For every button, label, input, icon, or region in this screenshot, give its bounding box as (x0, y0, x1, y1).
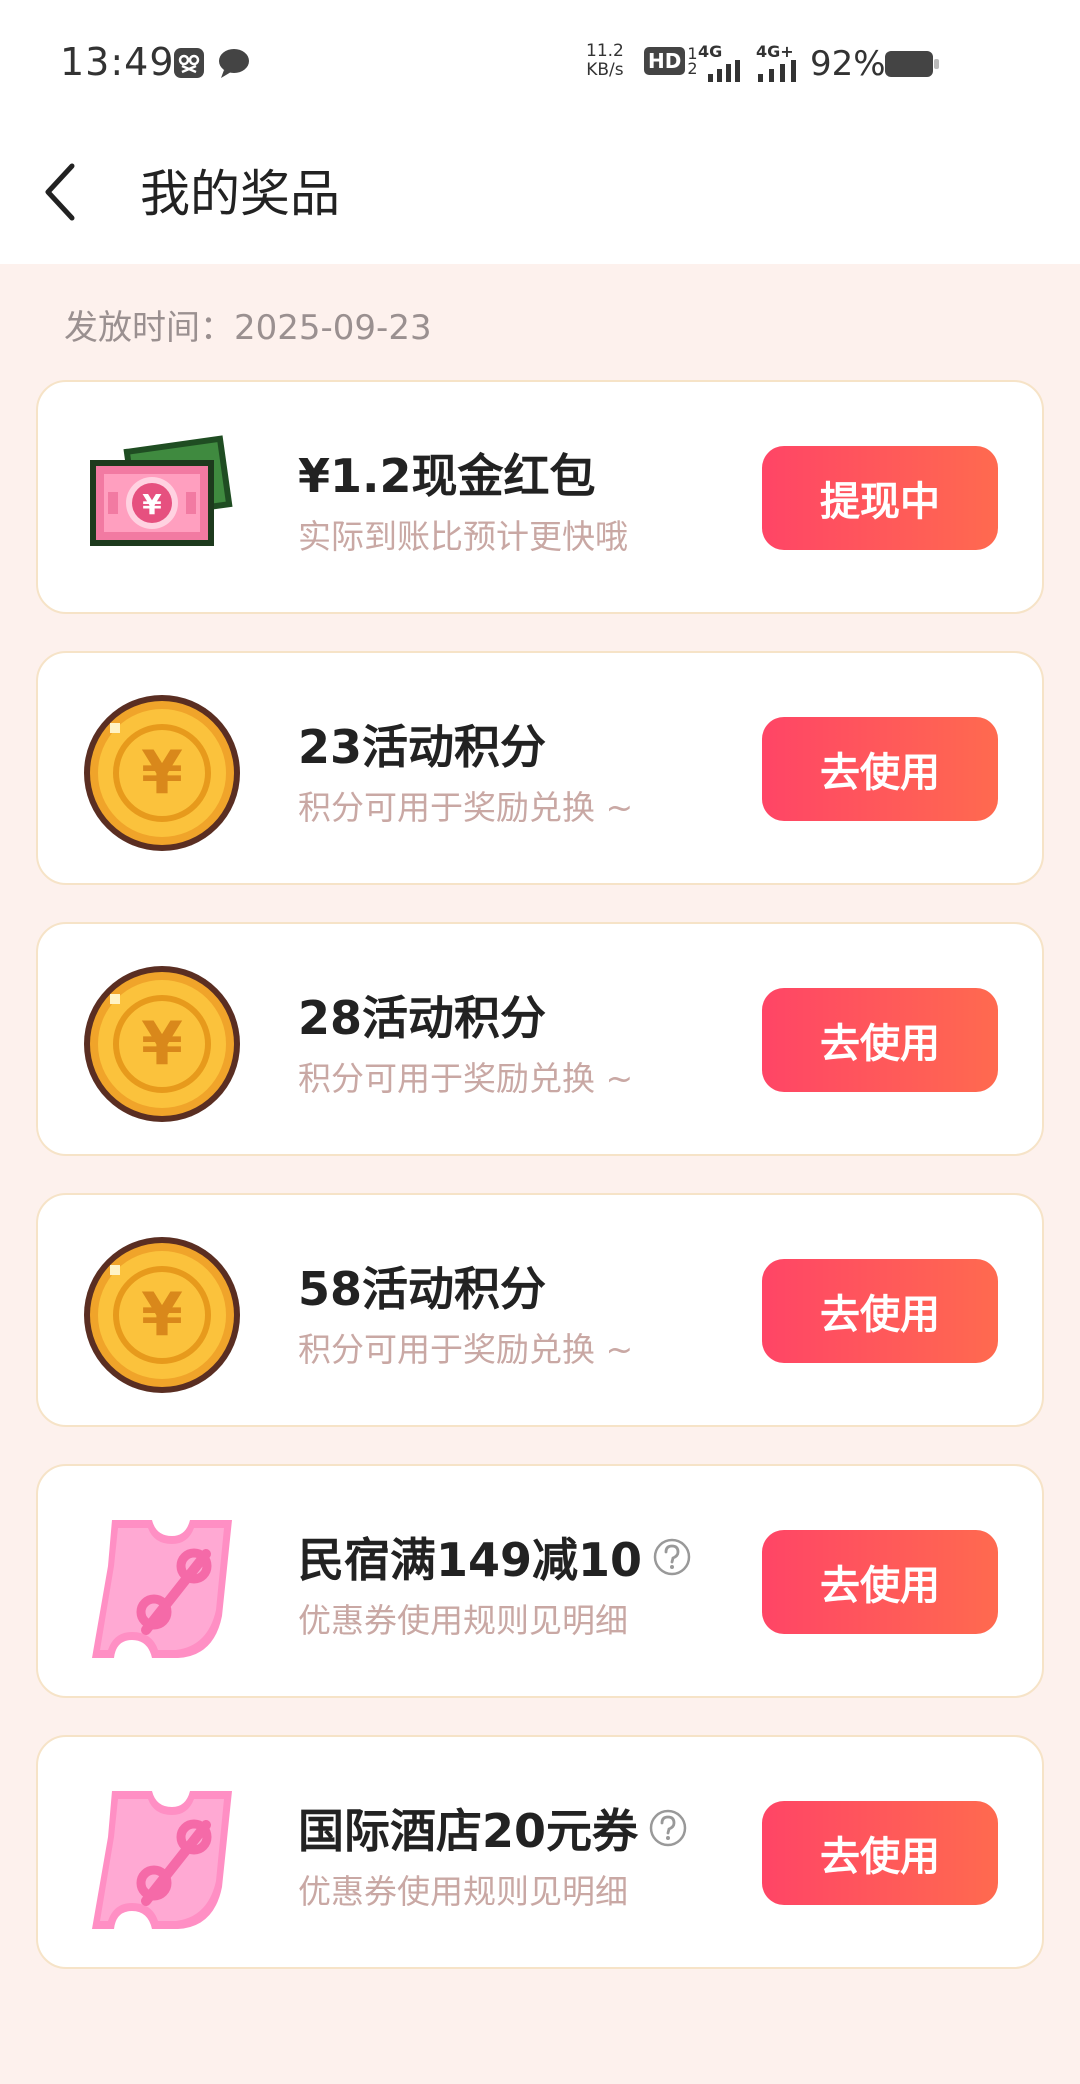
use-button[interactable]: 去使用 (762, 1259, 998, 1363)
prize-card: ¥ 28活动积分 积分可用于奖励兑换 ~ 去使用 (36, 922, 1044, 1156)
help-question-icon[interactable] (652, 1537, 692, 1577)
prize-card: 民宿满149减10 优惠券使用规则见明细 去使用 (36, 1464, 1044, 1698)
use-button[interactable]: 去使用 (762, 1801, 998, 1905)
nav-bar: 我的奖品 (0, 124, 1080, 264)
status-bar: 13:49 11.2 KB/s HD 12 4G 4G+ 92% (0, 0, 1080, 124)
prize-title-text: 58活动积分 (298, 1262, 547, 1316)
signal-2-label: 4G+ (756, 42, 794, 61)
prize-subtitle: 优惠券使用规则见明细 (298, 1601, 628, 1640)
gold-coin-icon: ¥ (84, 695, 240, 851)
gold-coin-icon: ¥ (84, 966, 240, 1122)
message-bubble-icon (219, 49, 249, 78)
network-speed-unit: KB/s (586, 60, 624, 80)
coupon-ticket-icon (92, 1520, 232, 1658)
status-time: 13:49 (60, 40, 175, 84)
svg-text:¥: ¥ (141, 738, 183, 808)
hd-label: HD (644, 47, 686, 75)
prize-title: 民宿满149减10 (298, 1524, 692, 1590)
page-title: 我的奖品 (140, 165, 340, 223)
prize-card: ¥ ¥1.2现金红包 实际到账比预计更快哦 提现中 (36, 380, 1044, 614)
coupon-ticket-icon (92, 1791, 232, 1929)
prize-title-text: 国际酒店20元券 (298, 1804, 639, 1858)
signal-bars-icon (758, 60, 796, 82)
issue-date: 发放时间：2025-09-23 (64, 308, 432, 348)
prize-title-text: 民宿满149减10 (298, 1533, 643, 1587)
use-button[interactable]: 去使用 (762, 1530, 998, 1634)
prize-title: 28活动积分 (298, 982, 546, 1048)
signal-bars-icon (708, 60, 740, 82)
network-speed-value: 11.2 (586, 41, 624, 61)
prize-title-text: 28活动积分 (298, 991, 547, 1045)
prize-title: ¥1.2现金红包 (298, 440, 596, 506)
top-area: 13:49 11.2 KB/s HD 12 4G 4G+ 92% 我的奖品 (0, 0, 1080, 264)
prize-card: ¥ 23活动积分 积分可用于奖励兑换 ~ 去使用 (36, 651, 1044, 885)
sim-indicator: 12 (687, 44, 698, 78)
signal-1-label: 4G (698, 42, 723, 61)
cash-banknote-icon: ¥ (90, 435, 233, 546)
use-button[interactable]: 去使用 (762, 988, 998, 1092)
hd-voice-icon: HD 12 (644, 44, 698, 78)
withdrawing-button[interactable]: 提现中 (762, 446, 998, 550)
svg-text:¥: ¥ (141, 1009, 183, 1079)
prize-subtitle: 积分可用于奖励兑换 ~ (298, 1330, 634, 1369)
use-button[interactable]: 去使用 (762, 717, 998, 821)
prize-card: ¥ 58活动积分 积分可用于奖励兑换 ~ 去使用 (36, 1193, 1044, 1427)
prize-title: 23活动积分 (298, 711, 546, 777)
svg-text:¥: ¥ (141, 1280, 183, 1350)
prize-title-text: 23活动积分 (298, 720, 547, 774)
prize-subtitle: 实际到账比预计更快哦 (298, 517, 628, 556)
screenshot-icon (174, 48, 204, 78)
prize-title-text: ¥1.2现金红包 (298, 449, 596, 503)
prize-title: 国际酒店20元券 (298, 1795, 688, 1861)
help-question-icon[interactable] (648, 1808, 688, 1848)
prize-subtitle: 积分可用于奖励兑换 ~ (298, 788, 634, 827)
prize-subtitle: 积分可用于奖励兑换 ~ (298, 1059, 634, 1098)
prize-subtitle: 优惠券使用规则见明细 (298, 1872, 628, 1911)
network-speed: 11.2 KB/s (586, 42, 624, 80)
back-arrow-icon[interactable] (40, 160, 80, 224)
gold-coin-icon: ¥ (84, 1237, 240, 1393)
battery-percent: 92% (810, 44, 886, 84)
prize-title: 58活动积分 (298, 1253, 546, 1319)
svg-text:¥: ¥ (142, 488, 162, 521)
battery-icon (885, 51, 939, 77)
prize-card: 国际酒店20元券 优惠券使用规则见明细 去使用 (36, 1735, 1044, 1969)
